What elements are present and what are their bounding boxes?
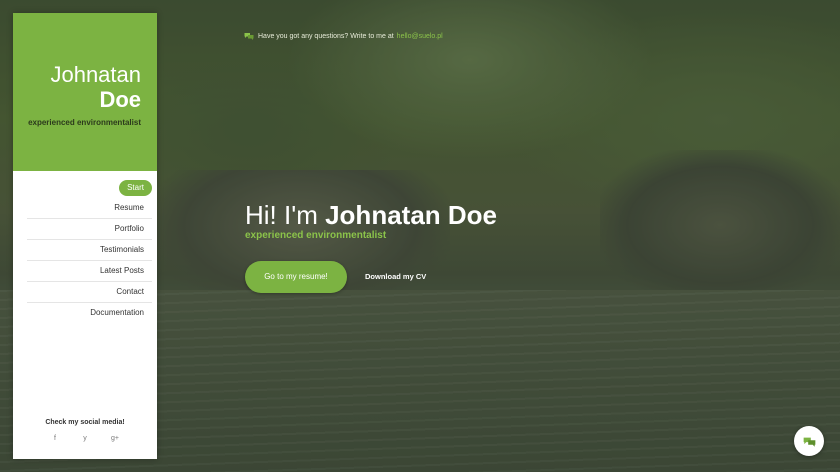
sidebar: Johnatan Doe experienced environmentalis…: [13, 13, 157, 459]
contact-email-link[interactable]: hello@suelo.pl: [397, 33, 443, 40]
chat-bubbles-icon: [803, 437, 815, 447]
brand-role: experienced environmentalist: [28, 118, 141, 127]
brand-last-name: Doe: [99, 87, 141, 112]
hero: Hi! I'm Johnatan Doe experienced environ…: [245, 198, 497, 241]
sidebar-item-portfolio[interactable]: Portfolio: [27, 219, 152, 240]
hero-greeting: Hi! I'm: [245, 200, 318, 230]
hero-name: Johnatan Doe: [325, 200, 498, 230]
google-plus-icon[interactable]: g+: [103, 435, 127, 442]
sidebar-item-resume[interactable]: Resume: [27, 198, 152, 219]
sidebar-item-start[interactable]: Start: [27, 178, 152, 198]
brand-first-name: Johnatan: [50, 62, 141, 87]
chat-button[interactable]: [794, 426, 824, 456]
go-to-resume-button[interactable]: Go to my resume!: [245, 261, 347, 293]
facebook-icon[interactable]: f: [43, 435, 67, 442]
sidebar-item-contact[interactable]: Contact: [27, 282, 152, 303]
social-links: f y g+: [43, 435, 127, 442]
sidebar-nav: Start Resume Portfolio Testimonials Latest P…: [13, 171, 157, 323]
social-title: Check my social media!: [45, 419, 125, 426]
download-cv-link[interactable]: Download my CV: [365, 261, 426, 293]
sidebar-item-label: Latest Posts: [99, 266, 144, 275]
twitter-icon[interactable]: y: [73, 435, 97, 442]
sidebar-item-latest-posts[interactable]: Latest Posts: [27, 261, 152, 282]
sidebar-item-documentation[interactable]: Documentation: [27, 303, 152, 323]
contact-bar: Have you got any questions? Write to me …: [244, 32, 443, 40]
brand-block: Johnatan Doe experienced environmentalis…: [13, 13, 157, 171]
sidebar-item-label: Contact: [116, 287, 144, 296]
sidebar-item-label: Portfolio: [114, 224, 144, 233]
sidebar-item-label: Start: [119, 180, 152, 196]
sidebar-item-label: Documentation: [90, 308, 144, 317]
chat-bubbles-icon: [244, 33, 254, 40]
sidebar-item-label: Testimonials: [99, 245, 144, 254]
contact-question: Have you got any questions? Write to me …: [258, 32, 394, 40]
hero-heading: Hi! I'm Johnatan Doe: [245, 198, 497, 232]
sidebar-item-label: Resume: [114, 203, 144, 212]
sidebar-item-testimonials[interactable]: Testimonials: [27, 240, 152, 261]
